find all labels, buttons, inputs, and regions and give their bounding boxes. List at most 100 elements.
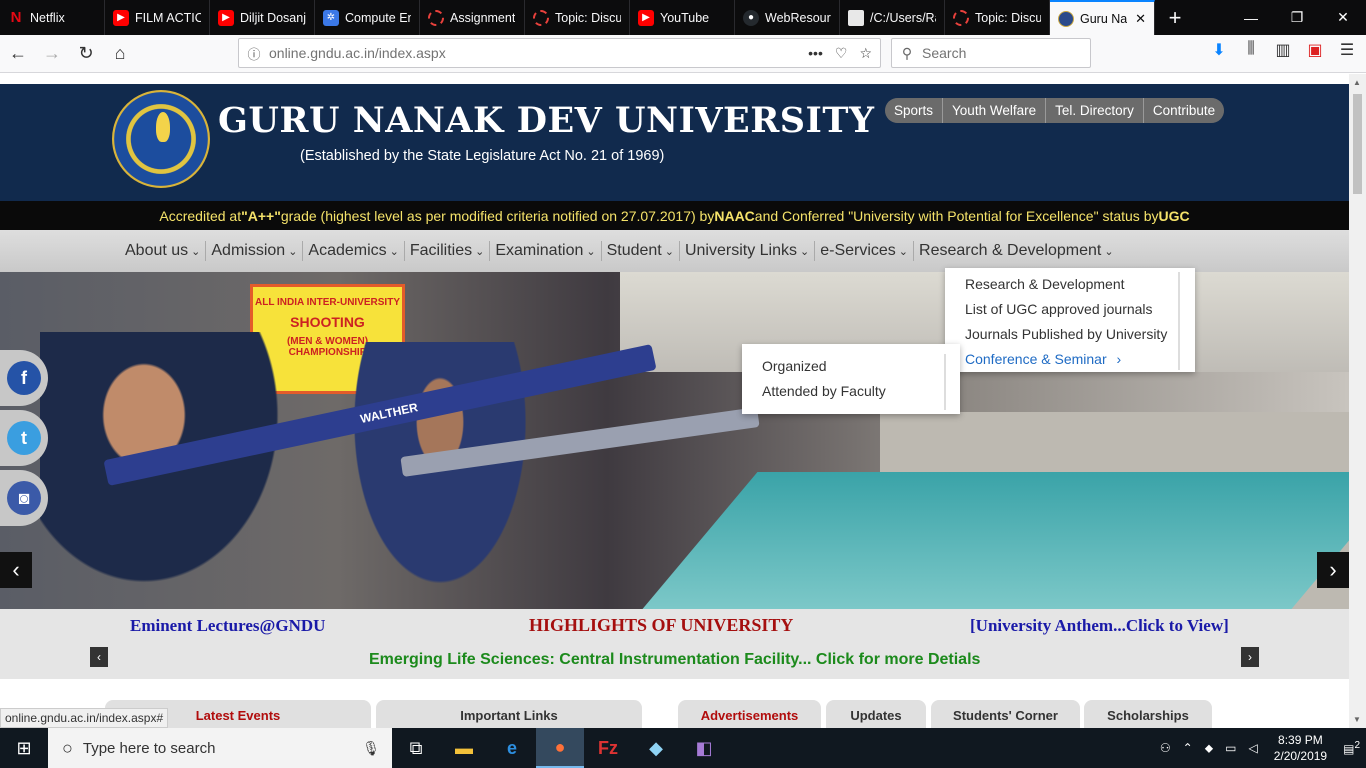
minimize-icon[interactable]: —: [1228, 0, 1274, 35]
extension-icon[interactable]: ▣: [1306, 40, 1324, 60]
conference-submenu: Organized Attended by Faculty: [742, 344, 960, 414]
page-scrollbar[interactable]: ▲ ▼: [1349, 74, 1366, 728]
menu-facilities[interactable]: Facilities ⌄: [405, 241, 491, 261]
browser-tab[interactable]: ✲ Compute En: [315, 0, 420, 35]
chevron-down-icon: ⌄: [898, 245, 909, 258]
eminent-lectures-link[interactable]: Eminent Lectures@GNDU: [130, 616, 325, 636]
browser-tab-active[interactable]: Guru Na ✕: [1050, 0, 1155, 35]
menu-admission[interactable]: Admission ⌄: [206, 241, 304, 261]
netflix-icon: N: [10, 9, 22, 26]
submenu-item-attended-by-faculty[interactable]: Attended by Faculty: [762, 379, 944, 404]
dropdown-item-ugc-journals[interactable]: List of UGC approved journals: [965, 297, 1178, 322]
highlights-prev-button[interactable]: ‹: [90, 647, 108, 667]
people-icon[interactable]: ⚇: [1160, 741, 1171, 755]
new-tab-icon[interactable]: +: [1155, 0, 1195, 35]
back-icon[interactable]: ←: [2, 38, 34, 70]
tray-arrow-icon[interactable]: ⌃: [1183, 741, 1193, 755]
shooting-table: [642, 472, 1349, 609]
browser-tab[interactable]: ● WebResour: [735, 0, 840, 35]
highlights-next-button[interactable]: ›: [1241, 647, 1259, 667]
top-link-youth-welfare[interactable]: Youth Welfare: [943, 98, 1047, 123]
dropdown-item-research-development[interactable]: Research & Development: [965, 272, 1178, 297]
tab-updates[interactable]: Updates: [826, 700, 926, 728]
highlight-news-link[interactable]: Emerging Life Sciences: Central Instrume…: [369, 651, 980, 669]
visual-studio-icon[interactable]: ◧: [680, 728, 728, 768]
page-actions-icon[interactable]: •••: [808, 45, 823, 62]
menu-icon[interactable]: ☰: [1338, 40, 1356, 60]
library-icon[interactable]: ⫼: [1242, 40, 1260, 60]
browser-tab[interactable]: Topic: Discu: [525, 0, 630, 35]
pocket-icon[interactable]: ♡: [835, 45, 848, 62]
home-icon[interactable]: ⌂: [104, 38, 136, 70]
restore-icon[interactable]: ❐: [1274, 0, 1320, 35]
scroll-thumb[interactable]: [1353, 94, 1362, 194]
menu-examination[interactable]: Examination ⌄: [490, 241, 602, 261]
url-bar[interactable]: ⓘ online.gndu.ac.in/index.aspx ••• ♡ ☆: [238, 38, 881, 68]
browser-tab[interactable]: N Netflix: [0, 0, 105, 35]
browser-tab[interactable]: Assignment: [420, 0, 525, 35]
chip-icon: ✲: [323, 9, 339, 26]
menu-about-us[interactable]: About us ⌄: [120, 241, 207, 261]
browser-tab[interactable]: ▶ YouTube: [630, 0, 735, 35]
menu-student[interactable]: Student ⌄: [602, 241, 680, 261]
browser-tab[interactable]: Topic: Discu: [945, 0, 1050, 35]
notification-icon[interactable]: ▤2: [1343, 740, 1360, 756]
bookmark-star-icon[interactable]: ☆: [859, 45, 872, 62]
dropdown-item-journals-published[interactable]: Journals Published by University: [965, 322, 1178, 347]
sidebar-icon[interactable]: ▥: [1274, 40, 1292, 60]
download-icon[interactable]: ⬇: [1210, 40, 1228, 60]
status-url: online.gndu.ac.in/index.aspx#: [0, 708, 169, 728]
top-link-sports[interactable]: Sports: [885, 98, 944, 123]
reload-icon[interactable]: ↻: [70, 38, 102, 70]
ring-icon: [533, 9, 549, 26]
close-tab-icon[interactable]: ✕: [1135, 11, 1146, 27]
dropdown-item-conference-seminar[interactable]: Conference & Seminar ›: [965, 347, 1178, 372]
accreditation-ticker: Accredited at "A++" grade (highest level…: [0, 201, 1349, 230]
windows-start-icon[interactable]: ⊞: [0, 728, 48, 768]
firefox-icon[interactable]: ●: [536, 728, 584, 768]
submenu-item-organized[interactable]: Organized: [762, 354, 944, 379]
volume-icon[interactable]: ◁: [1248, 741, 1257, 755]
chevron-down-icon: ⌄: [664, 245, 674, 258]
site-title: GURU NANAK DEV UNIVERSITY: [218, 100, 875, 141]
browser-tab[interactable]: ▶ FILM ACTIO: [105, 0, 210, 35]
top-link-contribute[interactable]: Contribute: [1143, 98, 1225, 123]
tab-important-links[interactable]: Important Links: [376, 700, 642, 728]
search-input[interactable]: ⚲ Search: [891, 38, 1091, 68]
battery-icon[interactable]: ▭: [1225, 741, 1236, 755]
scroll-up-icon[interactable]: ▲: [1353, 78, 1361, 87]
info-icon[interactable]: ⓘ: [239, 44, 269, 63]
clock[interactable]: 8:39 PM 2/20/2019: [1274, 732, 1327, 764]
tab-scholarships[interactable]: Scholarships: [1084, 700, 1212, 728]
app-icon[interactable]: ◆: [632, 728, 680, 768]
chevron-right-icon: ›: [1116, 351, 1122, 367]
menu-e-services[interactable]: e-Services ⌄: [815, 241, 915, 261]
menu-research-development[interactable]: Research & Development ⌄: [914, 241, 1119, 261]
site-subtitle: (Established by the State Legislature Ac…: [300, 148, 665, 164]
menu-university-links[interactable]: University Links ⌄: [680, 241, 816, 261]
slider-prev-button[interactable]: ‹: [0, 552, 32, 588]
window-close-icon[interactable]: ✕: [1320, 0, 1366, 35]
microphone-icon[interactable]: 🎙: [362, 740, 380, 757]
tab-advertisements[interactable]: Advertisements: [678, 700, 821, 728]
instagram-icon: ◙: [7, 481, 41, 515]
forward-icon[interactable]: →: [36, 38, 68, 70]
university-logo[interactable]: [112, 90, 210, 188]
filezilla-icon[interactable]: Fz: [584, 728, 632, 768]
taskbar-search-input[interactable]: ○ Type here to search 🎙: [48, 728, 392, 768]
chevron-down-icon: ⌄: [586, 245, 596, 258]
browser-tab[interactable]: /C:/Users/Rajwi: [840, 0, 945, 35]
top-link-tel-directory[interactable]: Tel. Directory: [1046, 98, 1144, 123]
slider-next-button[interactable]: ›: [1317, 552, 1349, 588]
tab-students-corner[interactable]: Students' Corner: [931, 700, 1080, 728]
browser-tab[interactable]: ▶ Diljit Dosanj: [210, 0, 315, 35]
dropbox-icon[interactable]: ⬥: [1205, 741, 1213, 756]
university-anthem-link[interactable]: [University Anthem...Click to View]: [970, 616, 1229, 636]
file-explorer-icon[interactable]: ▬: [440, 728, 488, 768]
task-view-icon[interactable]: ⧉: [392, 728, 440, 768]
scroll-down-icon[interactable]: ▼: [1353, 715, 1361, 724]
menu-academics[interactable]: Academics ⌄: [303, 241, 405, 261]
research-dropdown: Research & Development List of UGC appro…: [945, 268, 1195, 372]
browser-tab-strip: N Netflix ▶ FILM ACTIO ▶ Diljit Dosanj ✲ Com…: [0, 0, 1366, 35]
edge-icon[interactable]: e: [488, 728, 536, 768]
